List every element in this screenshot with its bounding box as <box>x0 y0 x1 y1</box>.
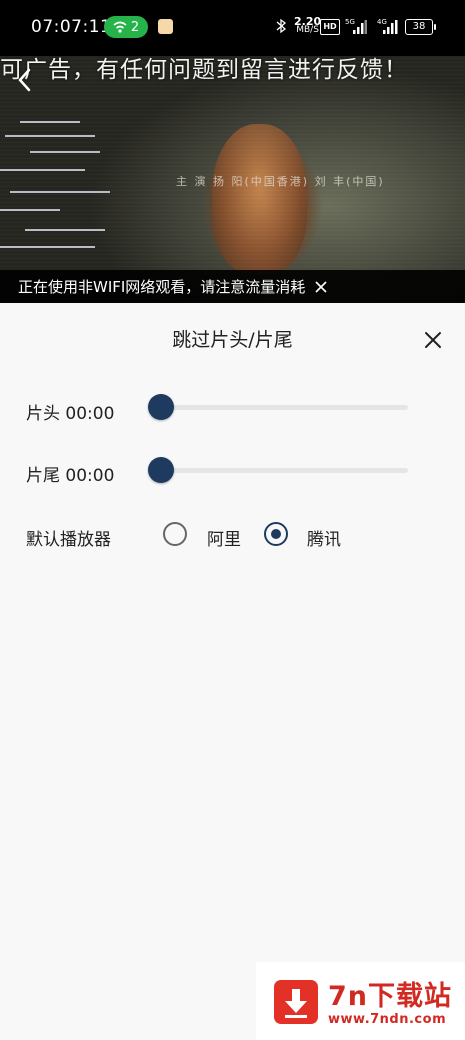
status-bar: 07:07:11 2 2.20 MB/S HD 5G 4G 38 <box>0 0 465 56</box>
wifi-icon <box>113 21 127 33</box>
intro-slider-thumb[interactable] <box>148 394 174 420</box>
status-time: 07:07:11 <box>31 17 112 37</box>
radio-ali-label[interactable]: 阿里 <box>207 525 241 550</box>
video-player[interactable]: 主 演 扬 阳(中国香港) 刘 丰(中国) 可广告，有任何问题到留言进行反馈！ … <box>0 56 465 303</box>
network-speed: 2.20 MB/S <box>294 16 321 35</box>
radio-tencent[interactable] <box>264 522 288 546</box>
notification-app-icon <box>158 19 173 34</box>
intro-label: 片头 00:00 <box>26 404 115 424</box>
signal-5g-icon: 5G <box>345 18 367 34</box>
video-scanlines <box>0 56 465 303</box>
watermark-url: www.7ndn.com <box>328 1012 447 1027</box>
data-usage-warning-text: 正在使用非WIFI网络观看，请注意流量消耗 <box>18 278 306 296</box>
outro-slider[interactable] <box>148 457 408 483</box>
radio-tencent-label[interactable]: 腾讯 <box>307 525 341 550</box>
video-notice-marquee: 可广告，有任何问题到留言进行反馈！ <box>0 57 408 83</box>
skip-intro-outro-panel: 跳过片头/片尾 片头 00:00 片尾 00:00 默认播放器 阿里 腾讯 <box>0 303 465 1040</box>
bluetooth-icon <box>276 18 287 34</box>
hd-badge: HD <box>320 19 340 35</box>
radio-ali[interactable] <box>163 522 187 546</box>
outro-slider-thumb[interactable] <box>148 457 174 483</box>
signal-4g-icon: 4G <box>377 18 398 34</box>
download-logo-icon <box>274 980 318 1024</box>
signal-4g-label: 4G <box>377 18 387 26</box>
download-arrow-icon <box>285 989 307 1018</box>
panel-title: 跳过片头/片尾 <box>172 329 293 351</box>
signal-5g-label: 5G <box>345 18 355 26</box>
battery-indicator: 38 <box>405 19 436 35</box>
intro-slider[interactable] <box>148 394 408 420</box>
close-icon[interactable] <box>424 331 442 349</box>
close-warning-icon[interactable] <box>315 280 327 293</box>
outro-label: 片尾 00:00 <box>26 466 115 486</box>
back-arrow-icon[interactable] <box>12 64 38 96</box>
site-watermark: 7n下载站 www.7ndn.com <box>256 962 465 1040</box>
wifi-hotspot-indicator: 2 <box>104 16 148 38</box>
data-usage-warning: 正在使用非WIFI网络观看，请注意流量消耗 <box>0 270 465 303</box>
watermark-title: 7n下载站 <box>328 981 453 1012</box>
default-player-label: 默认播放器 <box>26 530 111 550</box>
wifi-count: 2 <box>130 19 140 35</box>
network-speed-unit: MB/S <box>296 25 319 35</box>
